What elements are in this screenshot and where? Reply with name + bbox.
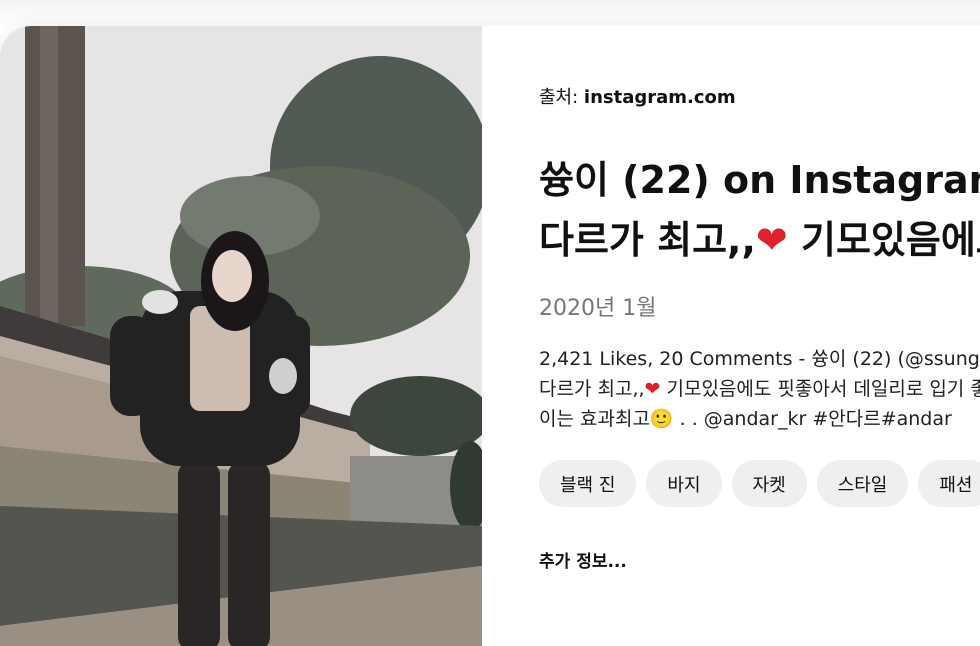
description-line-3b: . . @andar_kr #안다르#andar	[673, 408, 952, 430]
tag-fashion[interactable]: 패션	[918, 460, 980, 507]
pin-closeup-card: 출처: instagram.com 쓩이 (22) on Instagram: …	[0, 26, 980, 646]
page-header-shadow	[0, 0, 980, 28]
tag-pants[interactable]: 바지	[646, 460, 722, 507]
pin-title-line-1: 쓩이 (22) on Instagram: "안다르 레깅스는 안	[539, 158, 980, 202]
heart-icon: ❤	[755, 218, 788, 262]
description-line-2: 다르가 최고,,❤ 기모있음에도 핏좋아서 데일리로 입기 좋고 다리 길어보	[539, 374, 980, 404]
description-line-1: 2,421 Likes, 20 Comments - 쓩이 (22) (@ssu…	[539, 348, 980, 370]
tag-list: 블랙 진 바지 자켓 스타일 패션	[539, 460, 980, 507]
description-line-2b: 기모있음에도 핏좋아서 데일리로 입기 좋고 다리 길어보	[666, 378, 980, 400]
source-prefix: 출처:	[539, 87, 584, 108]
heart-icon: ❤	[644, 378, 661, 400]
pin-title: 쓩이 (22) on Instagram: "안다르 레깅스는 안 다르가 최고…	[539, 150, 980, 270]
pin-image[interactable]	[0, 26, 482, 646]
pin-details-panel: 출처: instagram.com 쓩이 (22) on Instagram: …	[539, 26, 980, 646]
pin-date: 2020년 1월	[539, 296, 657, 321]
pin-title-line-2: 다르가 최고,,❤ 기모있음에도 핏좋아서	[539, 210, 980, 270]
pin-title-line-2b: 기모있음에도 핏좋아서	[800, 218, 980, 262]
tag-style[interactable]: 스타일	[816, 460, 909, 507]
source-domain-link[interactable]: instagram.com	[584, 87, 736, 108]
more-info-link[interactable]: 추가 정보...	[539, 547, 627, 572]
description-line-3: 이는 효과최고🙂 . . @andar_kr #안다르#andar	[539, 404, 980, 434]
tag-black-jeans[interactable]: 블랙 진	[539, 460, 637, 507]
pin-image-illustration	[0, 26, 482, 646]
description-line-3a: 이는 효과최고	[539, 408, 650, 430]
smiley-icon: 🙂	[649, 408, 674, 430]
pin-title-line-2a: 다르가 최고,,	[539, 218, 756, 262]
tag-jacket[interactable]: 자켓	[731, 460, 807, 507]
description-line-2a: 다르가 최고,,	[539, 378, 645, 400]
pin-description: 2,421 Likes, 20 Comments - 쓩이 (22) (@ssu…	[539, 344, 980, 434]
pin-source[interactable]: 출처: instagram.com	[539, 83, 736, 109]
